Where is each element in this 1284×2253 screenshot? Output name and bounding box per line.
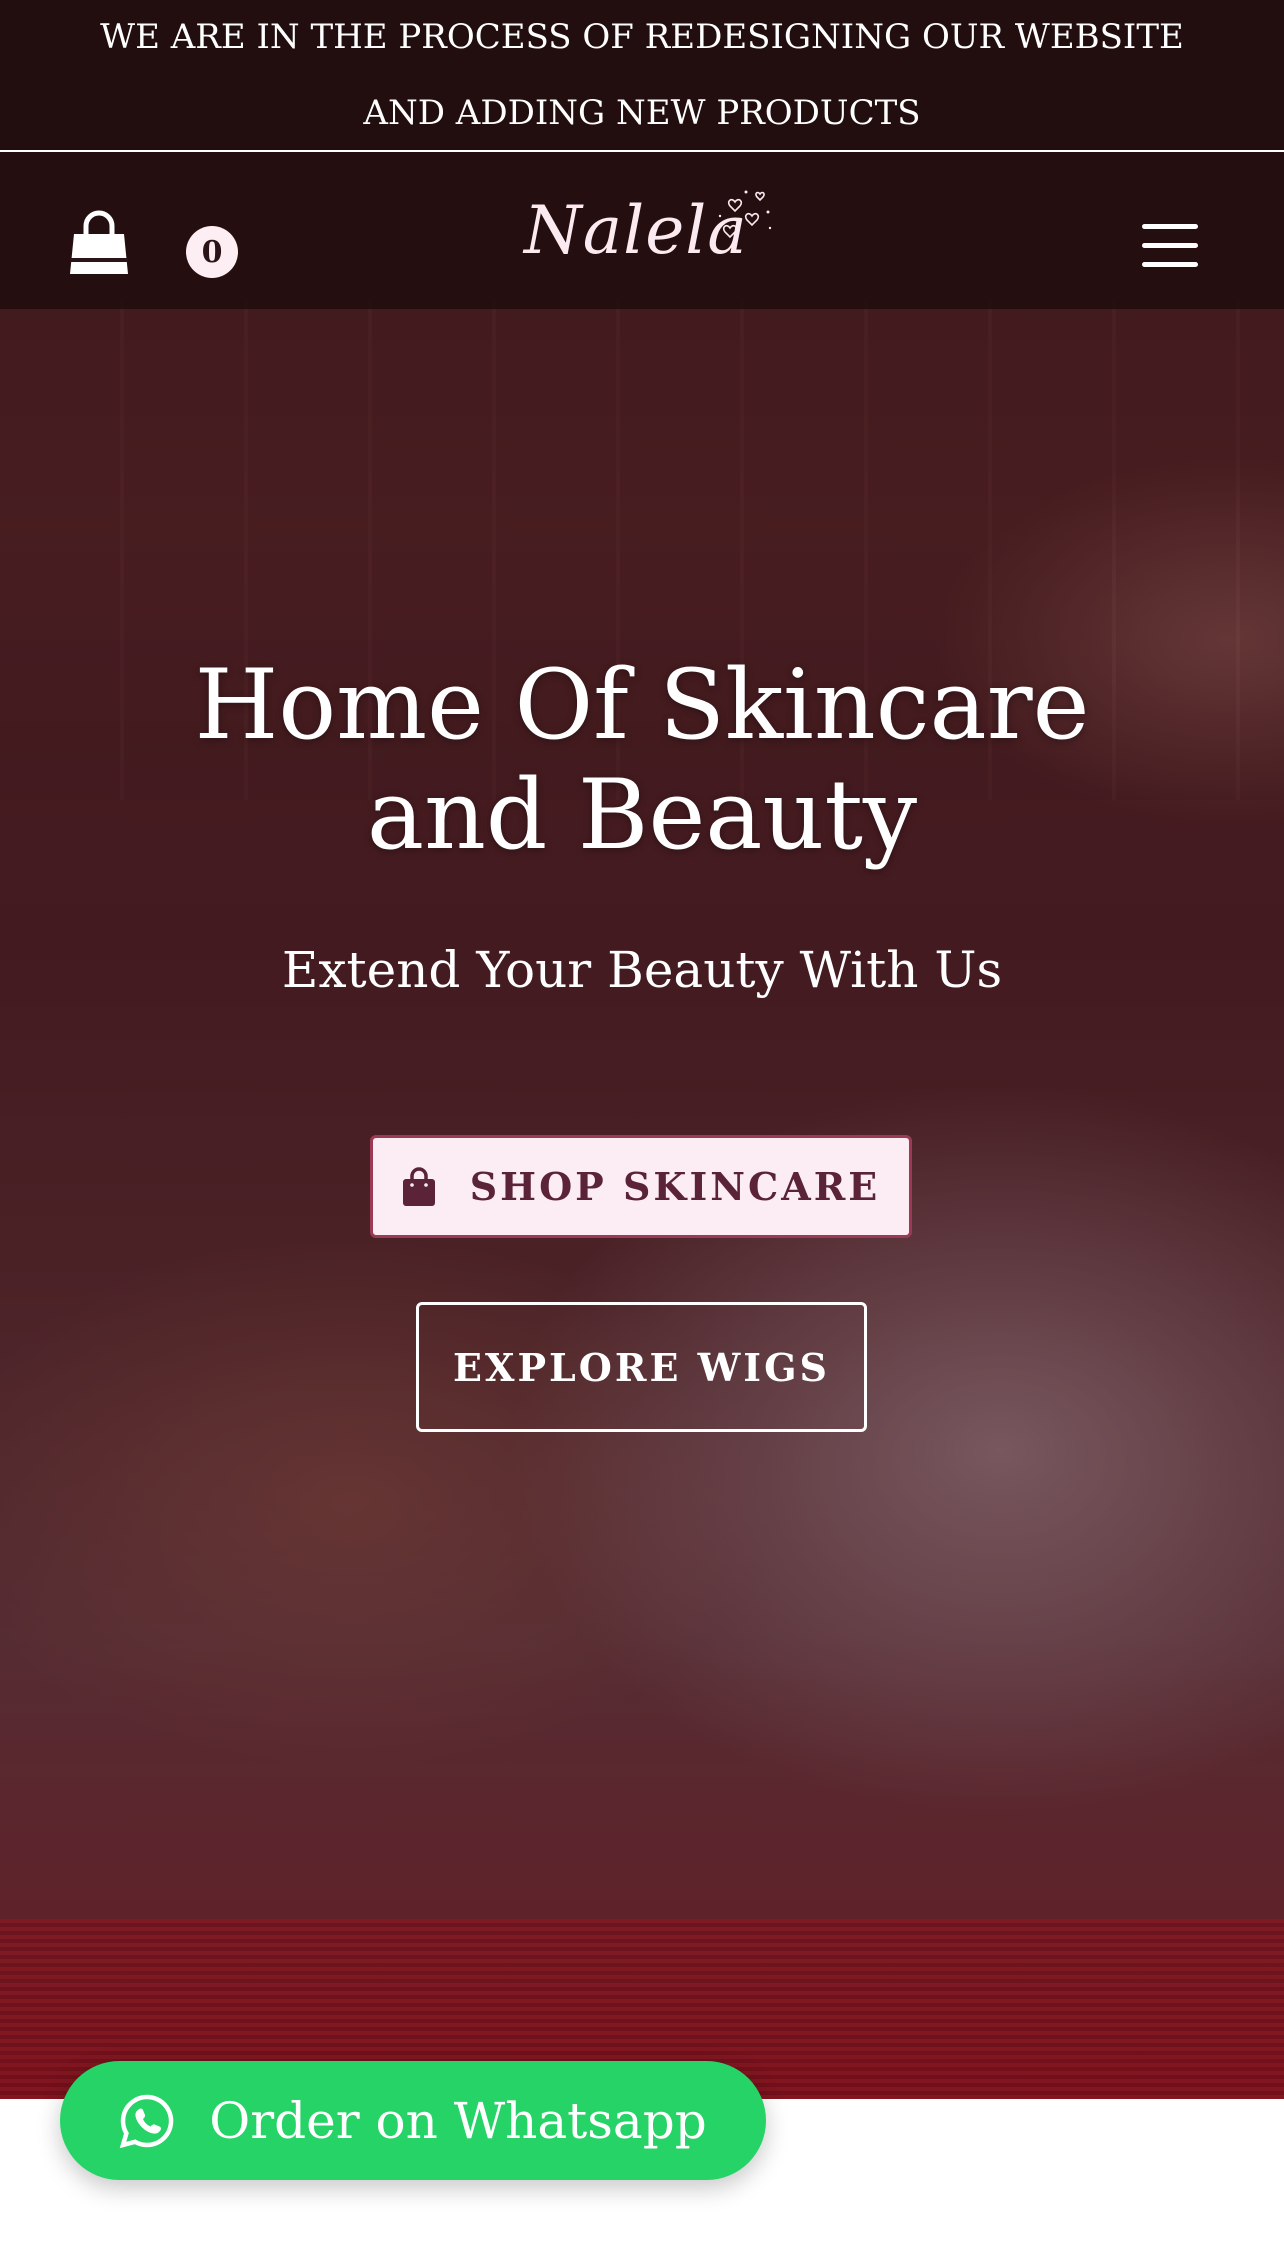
shopping-bag-icon — [402, 1166, 435, 1206]
hero-subtitle: Extend Your Beauty With Us — [281, 941, 1003, 999]
order-on-whatsapp-button[interactable]: Order on Whatsapp — [60, 2061, 766, 2180]
announcement-bar: WE ARE IN THE PROCESS OF REDESIGNING OUR… — [0, 0, 1284, 152]
shop-skincare-label: SHOP SKINCARE — [469, 1164, 881, 1209]
whatsapp-icon — [119, 2094, 174, 2148]
whatsapp-label: Order on Whatsapp — [209, 2091, 707, 2150]
hero-title: Home Of Skincare and Beauty — [194, 649, 1090, 871]
cart-button[interactable]: 0 — [68, 196, 238, 286]
explore-wigs-button[interactable]: EXPLORE WIGS — [416, 1302, 867, 1432]
explore-wigs-label: EXPLORE WIGS — [453, 1344, 830, 1390]
hero-overlay — [0, 0, 1284, 2099]
site-header: 0 Nalela — [0, 152, 1284, 309]
shop-skincare-button[interactable]: SHOP SKINCARE — [370, 1135, 912, 1238]
hero-section: Home Of Skincare and Beauty Extend Your … — [0, 0, 1284, 2099]
cart-count-badge: 0 — [186, 226, 238, 278]
logo-wordmark[interactable]: Nalela — [524, 192, 748, 269]
shopping-bag-icon — [70, 210, 128, 274]
announcement-text: WE ARE IN THE PROCESS OF REDESIGNING OUR… — [100, 17, 1184, 133]
hamburger-menu-icon[interactable] — [1142, 224, 1202, 270]
